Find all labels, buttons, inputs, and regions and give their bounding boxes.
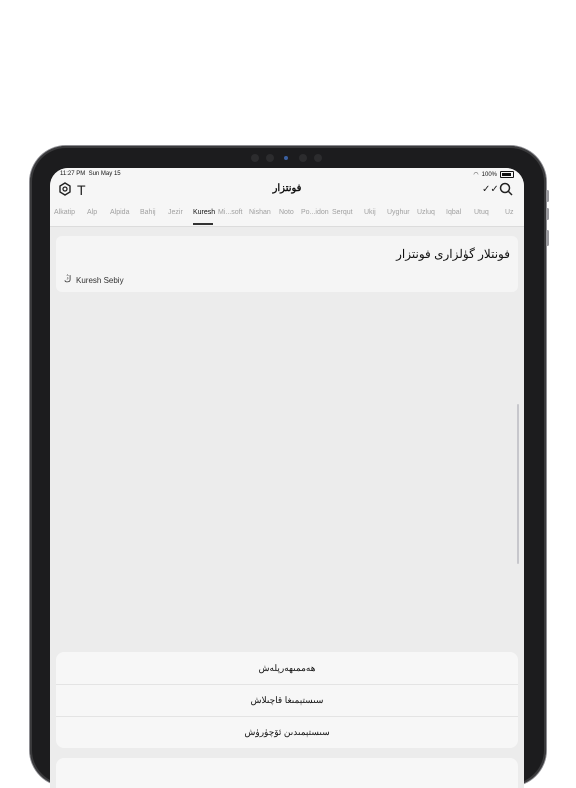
menu-item-select-all[interactable]: ھەممىھەرپلەش	[56, 652, 518, 684]
camera-icon	[251, 154, 259, 162]
tab-iqbal[interactable]: Iqbal	[446, 209, 461, 216]
preview-text: فونتلار گۈلزارى فونتزار	[396, 247, 510, 261]
tab-utuq[interactable]: Utuq	[474, 209, 489, 216]
volume-button	[546, 230, 549, 246]
status-bar: 11:27 PM Sun May 15 ◠ 100%	[50, 168, 524, 180]
tab-serqut[interactable]: Serqut	[332, 209, 353, 216]
wifi-icon: ◠	[473, 172, 479, 178]
font-name-label: Kuresh Sebiy	[76, 276, 124, 285]
tab-uyghur[interactable]: Uyghur	[387, 209, 410, 216]
menu-item-install[interactable]: سىستېمىغا قاچىلاش	[56, 684, 518, 716]
tab-poseidon[interactable]: Po...idon	[301, 209, 329, 216]
tab-alp[interactable]: Alp	[87, 209, 97, 216]
tab-kuresh[interactable]: Kuresh	[193, 209, 215, 216]
bottom-panel	[56, 758, 518, 788]
camera-icon	[314, 154, 322, 162]
tab-bahij[interactable]: Bahij	[140, 209, 156, 216]
checkmark-icon[interactable]: ✓✓	[482, 182, 499, 198]
tab-alkatip[interactable]: Alkatip	[54, 209, 75, 216]
tab-ukij[interactable]: Ukij	[364, 209, 376, 216]
tab-nishan[interactable]: Nishan	[249, 209, 271, 216]
menu-item-remove[interactable]: سىستېمىدىن ئۆچۈرۈش	[56, 716, 518, 748]
tab-alpida[interactable]: Alpida	[110, 209, 129, 216]
camera-icon	[299, 154, 307, 162]
volume-button	[546, 190, 549, 202]
font-tabs: Alkatip Alp Alpida Bahij Jezir Kuresh Mi…	[50, 202, 524, 227]
camera-icon	[284, 156, 288, 160]
tab-jezir[interactable]: Jezir	[168, 209, 183, 216]
tab-microsoft[interactable]: Mi...soft	[218, 209, 243, 216]
action-menu: ھەممىھەرپلەش سىستېمىغا قاچىلاش سىستېمىدى…	[56, 652, 518, 748]
search-icon[interactable]	[499, 182, 513, 200]
tab-uzluq[interactable]: Uzluq	[417, 209, 435, 216]
nav-bar: T فونتزار ✓✓	[50, 180, 524, 202]
tab-noto[interactable]: Noto	[279, 209, 294, 216]
app-screen: 11:27 PM Sun May 15 ◠ 100% T فونتزار ✓✓ …	[50, 168, 524, 788]
ipad-frame: 11:27 PM Sun May 15 ◠ 100% T فونتزار ✓✓ …	[30, 146, 549, 788]
camera-icon	[266, 154, 274, 162]
active-tab-indicator	[193, 223, 213, 225]
battery-label: 100%	[481, 171, 497, 178]
font-preview-card[interactable]: فونتلار گۈلزارى فونتزار ڭ Kuresh Sebiy	[56, 236, 518, 292]
scrollbar[interactable]	[517, 404, 519, 564]
page-title: فونتزار	[272, 183, 302, 194]
font-letter-icon: ڭ	[64, 274, 72, 284]
tab-uz[interactable]: Uz	[505, 209, 514, 216]
status-right: ◠ 100%	[473, 171, 514, 178]
status-time: 11:27 PM Sun May 15	[60, 171, 121, 177]
volume-button	[546, 208, 549, 220]
battery-icon	[500, 171, 514, 178]
